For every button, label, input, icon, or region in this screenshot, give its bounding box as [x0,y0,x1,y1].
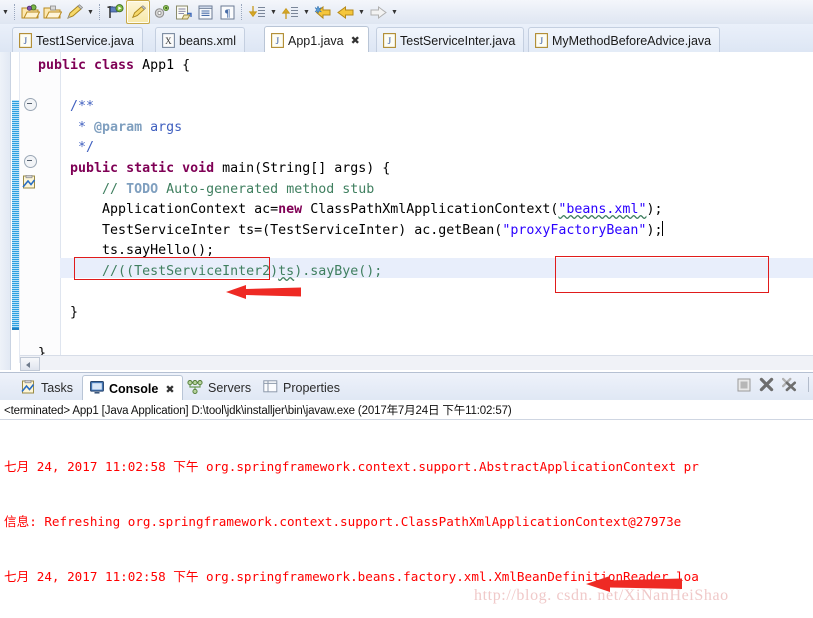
tab-properties[interactable]: Properties [256,376,347,400]
pencil-dropdown-arrow[interactable]: ▼ [85,9,96,16]
main-toolbar: ▼ ▼ ¶ ▼ ▼ ▼ ▼ [0,0,813,25]
next-annotation-icon[interactable] [246,1,268,23]
console-line: 七月 24, 2017 11:02:58 下午 org.springframew… [4,459,699,475]
fold-collapse-icon[interactable] [24,155,37,168]
editor-tab-bar: J Test1Service.java X beans.xml J App1.j… [0,24,813,55]
close-icon[interactable]: ✖ [351,34,360,47]
tab-servers[interactable]: Servers [180,376,258,400]
new-java-file-icon[interactable] [172,1,194,23]
svg-text:J: J [276,36,280,46]
dropdown-arrow-left[interactable]: ▼ [0,9,11,16]
code-editor[interactable]: public class App1 { /** * @param args */… [0,52,813,371]
eclipse-window: ▼ ▼ ¶ ▼ ▼ ▼ ▼ J Test1Service.java X bean… [0,0,813,618]
tab-label: Servers [208,381,252,395]
svg-text:¶: ¶ [224,7,230,19]
close-icon[interactable]: ✖ [165,383,174,396]
editor-tab-label: MyMethodBeforeAdvice.java [552,33,712,48]
properties-icon [263,380,278,396]
java-file-icon: J [535,33,548,48]
editor-tab-test1service[interactable]: J Test1Service.java [12,27,143,53]
editor-tab-label: beans.xml [179,33,236,48]
run-icon[interactable] [126,0,150,24]
java-file-icon: J [19,33,32,48]
external-tools-icon[interactable] [150,1,172,23]
fold-collapse-icon[interactable] [24,98,37,111]
editor-horizontal-scrollbar[interactable] [20,355,813,371]
console-output[interactable]: 七月 24, 2017 11:02:58 下午 org.springframew… [0,420,813,618]
editor-tab-label: Test1Service.java [36,33,134,48]
editor-tab-testserviceinter[interactable]: J TestServiceInter.java [376,27,525,53]
previous-annotation-dropdown-arrow[interactable]: ▼ [301,9,312,16]
editor-left-margin [0,52,11,370]
svg-text:J: J [540,36,544,46]
debug-run-icon[interactable] [104,1,126,23]
next-annotation-dropdown-arrow[interactable]: ▼ [268,9,279,16]
console-line: 七月 24, 2017 11:02:58 下午 org.springframew… [4,568,699,584]
back-icon[interactable] [334,1,356,23]
console-view[interactable]: <terminated> App1 [Java Application] D:\… [0,400,813,618]
console-toolbar [736,377,809,392]
svg-text:X: X [165,36,172,46]
xml-file-icon: X [162,33,175,48]
edit-pencil-icon[interactable] [63,1,85,23]
tasks-icon [21,379,36,397]
open-project-icon[interactable] [19,1,41,23]
console-icon [90,381,104,397]
tab-tasks[interactable]: Tasks [14,376,80,400]
tab-label: Console [109,382,159,396]
toolbar-separator [808,377,809,392]
toolbar-separator [99,4,101,20]
forward-dropdown-arrow[interactable]: ▼ [389,9,400,16]
annotation-arrow-log [586,575,682,593]
toolbar-separator [241,4,243,20]
java-file-icon: J [383,33,396,48]
outline-icon[interactable] [194,1,216,23]
open-folder-icon[interactable] [41,1,63,23]
tab-console[interactable]: Console ✖ [82,375,183,403]
scrollbar-thumb[interactable] [20,357,40,371]
previous-annotation-icon[interactable] [279,1,301,23]
editor-tab-mymethodbeforeadvice[interactable]: J MyMethodBeforeAdvice.java [528,27,721,53]
console-process-header: <terminated> App1 [Java Application] D:\… [0,400,813,420]
tab-label: Properties [283,381,340,395]
console-line: 信息: Refreshing org.springframework.conte… [4,514,682,530]
editor-tab-label: App1.java [288,33,344,48]
bottom-view-tab-bar: Tasks Console ✖ Servers Properties [0,372,813,403]
todo-task-icon[interactable] [22,174,37,189]
remove-all-terminated-button[interactable] [782,377,797,392]
paragraph-mark-icon[interactable]: ¶ [216,1,238,23]
servers-icon [187,379,203,397]
last-edit-location-icon[interactable] [312,1,334,23]
java-file-icon: J [271,33,284,48]
editor-tab-app1[interactable]: J App1.java ✖ [264,26,369,55]
remove-launch-button[interactable] [759,377,774,392]
annotation-box-testserviceinter [74,257,270,280]
editor-tab-beans-xml[interactable]: X beans.xml [155,27,245,53]
annotation-arrow-sayhello [226,284,301,300]
toolbar-separator [14,4,16,20]
annotation-box-proxyfactorybean [555,256,769,293]
code-text[interactable]: public class App1 { /** * @param args */… [38,56,813,365]
tab-label: Tasks [41,381,73,395]
terminate-button[interactable] [736,377,751,392]
svg-text:J: J [24,36,28,46]
back-dropdown-arrow[interactable]: ▼ [356,9,367,16]
editor-change-bar [12,100,19,330]
editor-tab-label: TestServiceInter.java [400,33,516,48]
svg-text:J: J [388,36,392,46]
forward-icon[interactable] [367,1,389,23]
